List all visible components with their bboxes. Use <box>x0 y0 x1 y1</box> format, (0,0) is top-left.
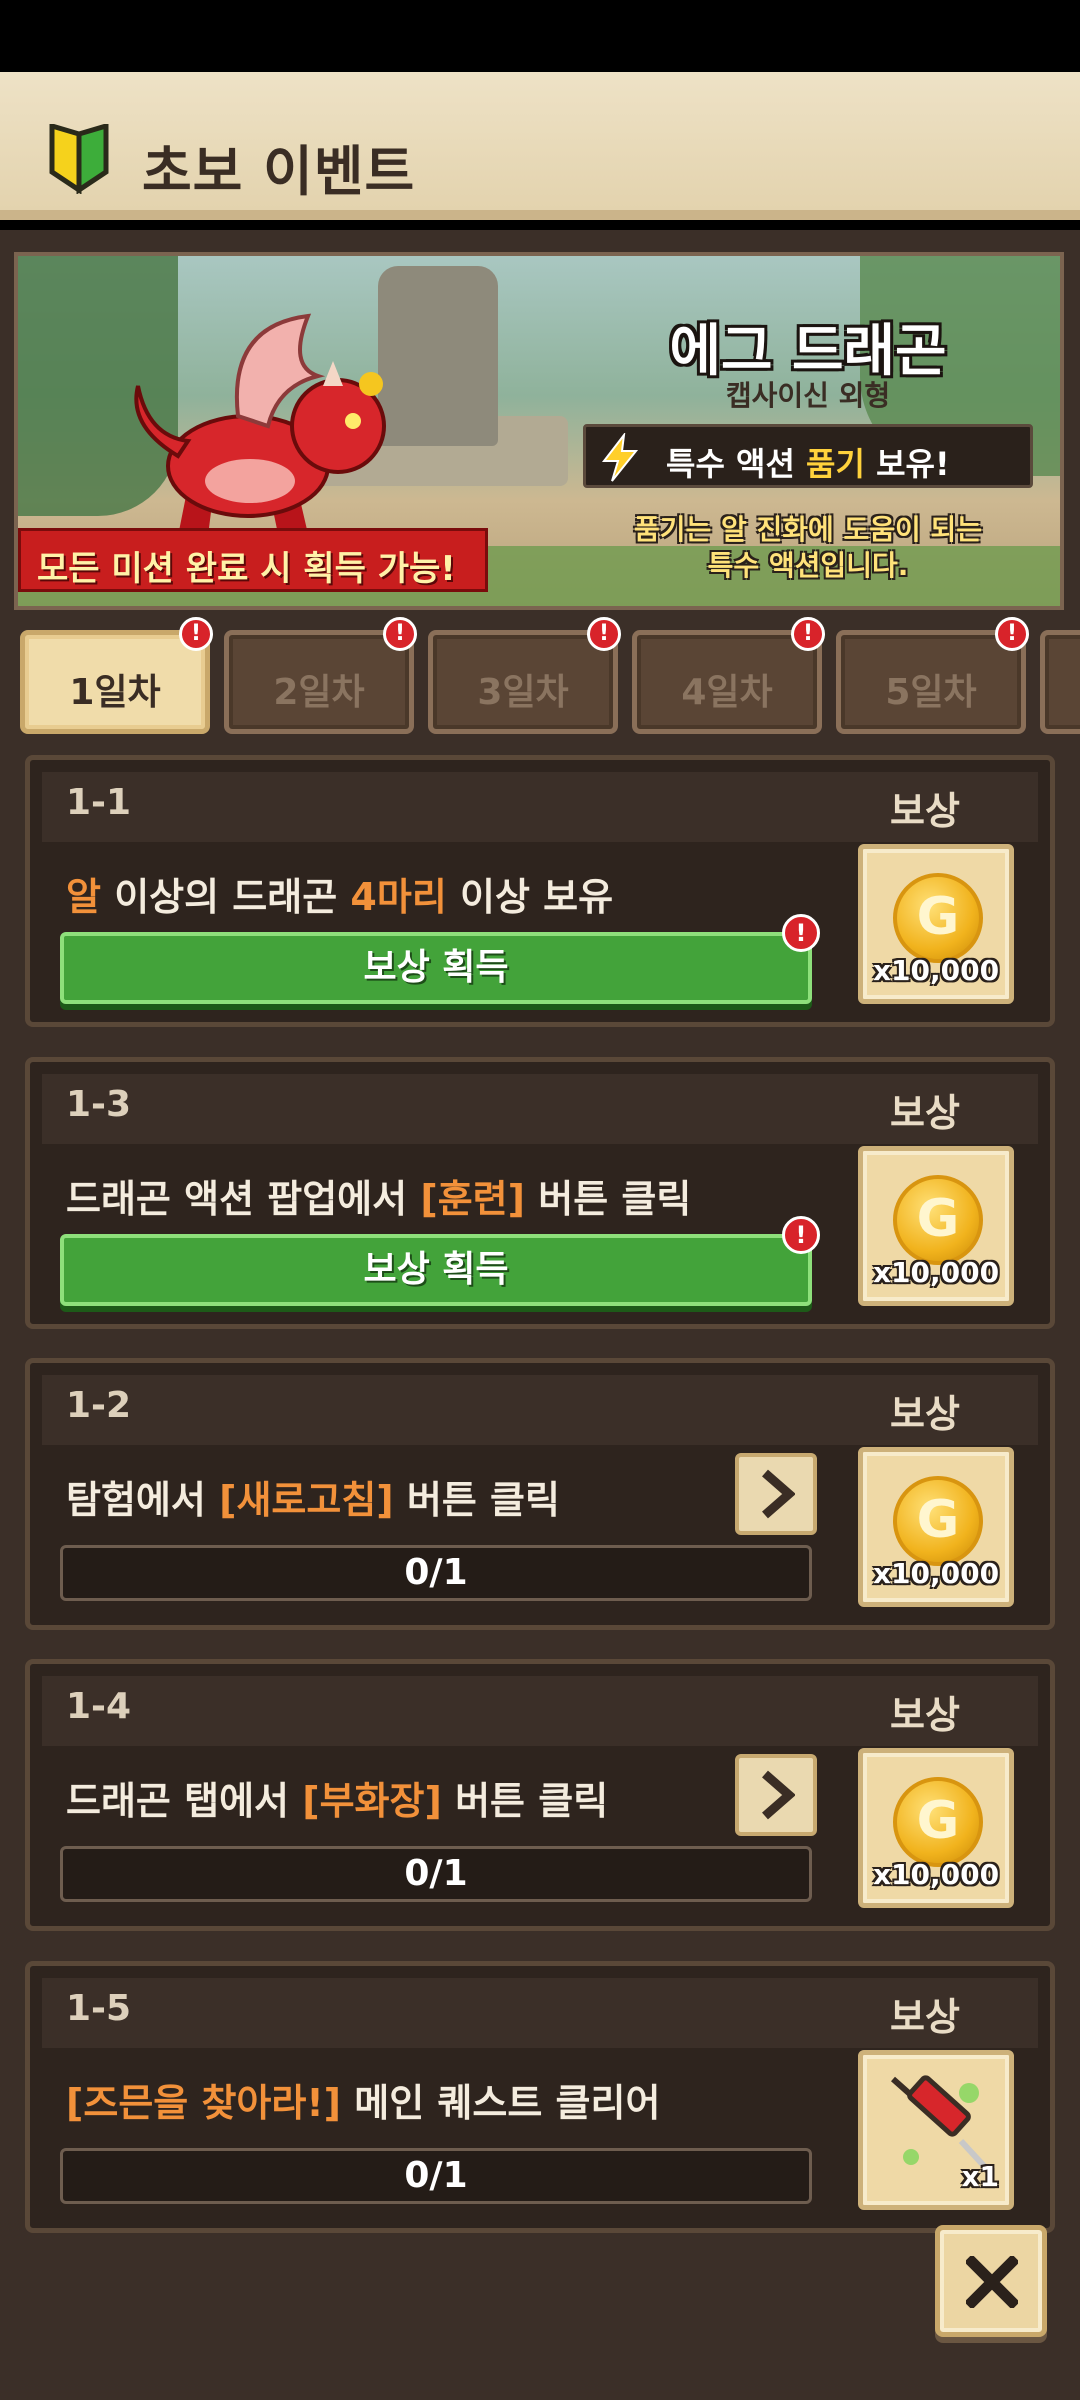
mission-code: 1-4 <box>66 1686 132 1727</box>
reward-label: 보상 <box>890 1995 960 2039</box>
reward-item[interactable]: G x10,000 <box>858 1146 1014 1306</box>
tab-day-5[interactable]: 5일차 ! <box>836 617 1029 734</box>
mission-header <box>42 1676 1038 1746</box>
reward-label: 보상 <box>890 1091 960 1135</box>
alert-badge: ! <box>587 617 621 651</box>
mission-header <box>42 1074 1038 1144</box>
mission-card: 1-4 보상드래곤 탭에서 [부화장] 버튼 클릭 0/1 G x10,000 <box>25 1659 1055 1931</box>
reward-quantity: x1 <box>961 2160 999 2193</box>
day-tabs: 1일차 ! 2일차 ! 3일차 ! 4일차 ! 5일차 ! <box>20 617 1080 740</box>
claim-reward-button[interactable]: 보상 획득 ! <box>60 1216 820 1306</box>
tab-day-3[interactable]: 3일차 ! <box>428 617 621 734</box>
reward-item[interactable]: G x10,000 <box>858 844 1014 1004</box>
event-header: 초보 이벤트 <box>0 72 1080 220</box>
page-title: 초보 이벤트 <box>142 140 416 203</box>
mission-description: 알 이상의 드래곤 4마리 이상 보유 <box>66 875 614 919</box>
claim-reward-button[interactable]: 보상 획득 ! <box>60 914 820 1004</box>
reward-quantity: x10,000 <box>872 1557 1000 1590</box>
mission-description: 탐험에서 [새로고침] 버튼 클릭 <box>66 1478 560 1522</box>
tab-day-6-partial[interactable] <box>1040 630 1080 734</box>
gold-coin-icon: G <box>893 1777 983 1867</box>
mission-code: 1-2 <box>66 1385 132 1426</box>
gold-coin-icon: G <box>893 1175 983 1265</box>
progress-text: 0/1 <box>404 2155 468 2196</box>
progress-text: 0/1 <box>404 1552 468 1593</box>
reward-quantity: x10,000 <box>872 1256 1000 1289</box>
reward-label: 보상 <box>890 1693 960 1737</box>
mission-card: 1-5 보상 [즈믄을 찾아라!] 메인 퀘스트 클리어 0/1 x1 <box>25 1961 1055 2233</box>
progress-bar: 0/1 <box>60 2148 812 2204</box>
chevron-right-icon <box>762 1770 795 1820</box>
completion-ribbon: 모든 미션 완료 시 획득 가능! <box>18 528 488 592</box>
gold-coin-icon: G <box>893 1476 983 1566</box>
mission-card: 1-2 보상탐험에서 [새로고침] 버튼 클릭 0/1 G x10,000 <box>25 1358 1055 1630</box>
reward-item[interactable]: G x10,000 <box>858 1447 1014 1607</box>
tab-day-1[interactable]: 1일차 ! <box>20 617 213 734</box>
lightning-icon <box>601 433 639 482</box>
alert-badge: ! <box>383 617 417 651</box>
mission-code: 1-3 <box>66 1084 132 1125</box>
mission-description: [즈믄을 찾아라!] 메인 퀘스트 클리어 <box>66 2081 661 2125</box>
mission-description: 드래곤 액션 팝업에서 [훈련] 버튼 클릭 <box>66 1177 692 1221</box>
gold-coin-icon: G <box>893 873 983 963</box>
alert-badge: ! <box>782 1216 820 1254</box>
egg-dragon-illustration <box>134 313 386 536</box>
tab-day-4[interactable]: 4일차 ! <box>632 617 825 734</box>
close-icon <box>966 2256 1018 2308</box>
event-banner: 에그 드래곤 캡사이신 외형 특수 액션 품기 보유! 품기는 알 진화에 도움… <box>14 252 1064 610</box>
progress-bar: 0/1 <box>60 1545 812 1601</box>
progress-text: 0/1 <box>404 1853 468 1894</box>
mission-description: 드래곤 탭에서 [부화장] 버튼 클릭 <box>66 1779 609 1823</box>
banner-subtitle: 캡사이신 외형 <box>725 379 891 412</box>
special-action-box: 특수 액션 품기 보유! <box>583 424 1033 488</box>
progress-bar: 0/1 <box>60 1846 812 1902</box>
status-bar <box>0 0 1080 72</box>
banner-description: 품기는 알 진화에 도움이 되는 특수 액션입니다. <box>633 513 983 582</box>
alert-badge: ! <box>791 617 825 651</box>
special-action-text: 특수 액션 품기 보유! <box>666 445 950 483</box>
alert-badge: ! <box>995 617 1029 651</box>
reward-label: 보상 <box>890 789 960 833</box>
alert-badge: ! <box>179 617 213 651</box>
mission-code: 1-1 <box>66 782 132 823</box>
go-to-mission-button[interactable] <box>735 1754 817 1836</box>
mission-code: 1-5 <box>66 1988 132 2029</box>
mission-card: 1-1 보상알 이상의 드래곤 4마리 이상 보유 보상 획득 ! G x10,0… <box>25 755 1055 1027</box>
reward-label: 보상 <box>890 1392 960 1436</box>
chevron-right-icon <box>762 1469 795 1519</box>
mission-card: 1-3 보상드래곤 액션 팝업에서 [훈련] 버튼 클릭 보상 획득 ! G x1… <box>25 1057 1055 1329</box>
reward-quantity: x10,000 <box>872 1858 1000 1891</box>
reward-item[interactable]: x1 <box>858 2050 1014 2210</box>
beginner-leaf-icon <box>49 124 109 194</box>
mission-header <box>42 1375 1038 1445</box>
tab-day-2[interactable]: 2일차 ! <box>224 617 417 734</box>
reward-item[interactable]: G x10,000 <box>858 1748 1014 1908</box>
mission-header <box>42 772 1038 842</box>
reward-quantity: x10,000 <box>872 954 1000 987</box>
alert-badge: ! <box>782 914 820 952</box>
go-to-mission-button[interactable] <box>735 1453 817 1535</box>
close-button[interactable] <box>935 2225 1047 2337</box>
mission-header <box>42 1978 1038 2048</box>
